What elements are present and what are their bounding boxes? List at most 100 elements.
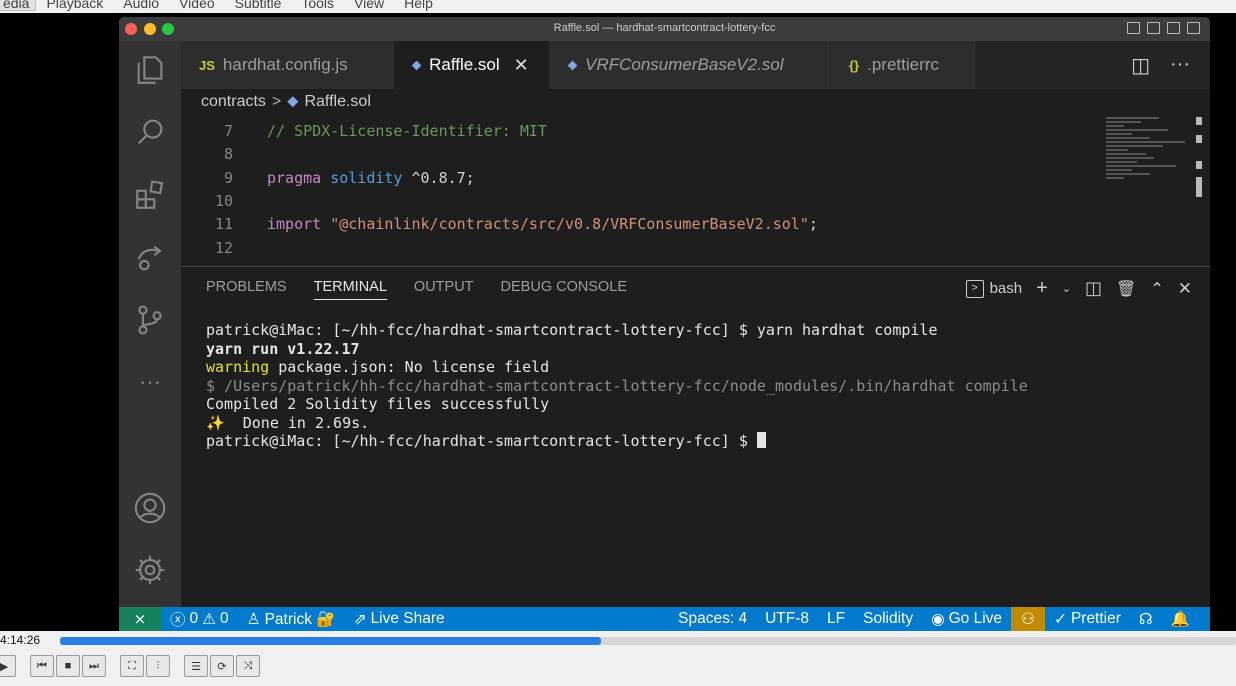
media-player-controls: 4:14:26 ▶ ⏮ ■ ⏭ ⛶ ⫶ ☰ ⟳ ⤨: [0, 631, 1236, 686]
search-icon[interactable]: [131, 113, 169, 151]
playback-time: 4:14:26: [0, 633, 41, 647]
encoding-status[interactable]: UTF-8: [756, 610, 818, 628]
breadcrumb-file[interactable]: Raffle.sol: [304, 93, 370, 111]
line-number: 10: [214, 191, 233, 210]
shuffle-icon[interactable]: ⤨: [236, 655, 260, 677]
breadcrumb: contracts > ⬥ Raffle.sol: [181, 89, 1210, 115]
feedback-icon[interactable]: ☊: [1130, 610, 1162, 629]
tab-problems[interactable]: PROBLEMS: [206, 279, 287, 300]
tab-raffle-sol[interactable]: ⬥ Raffle.sol ✕: [394, 41, 548, 89]
line-number: 7: [223, 121, 233, 140]
toggle-secondary-sidebar-icon[interactable]: [1167, 22, 1180, 34]
tab-terminal[interactable]: TERMINAL: [313, 279, 387, 300]
minimap[interactable]: [1106, 115, 1194, 215]
terminal-prompt: patrick@iMac: [~/hh-fcc/hardhat-smartcon…: [206, 432, 766, 450]
terminal-shell-selector[interactable]: > bash: [965, 279, 1023, 298]
prettier-status[interactable]: ✓ Prettier: [1045, 610, 1130, 629]
customize-layout-icon[interactable]: [1187, 22, 1200, 34]
toggle-panel-icon[interactable]: [1147, 22, 1160, 34]
code-text: // SPDX-License-Identifier: MIT: [267, 121, 547, 140]
more-icon[interactable]: ···: [131, 363, 169, 401]
tab-prettierrc[interactable]: {} .prettierrc: [831, 41, 975, 89]
tab-debug-console[interactable]: DEBUG CONSOLE: [501, 279, 628, 300]
code-line: 8: [181, 142, 233, 165]
toggle-sidebar-icon[interactable]: [1127, 22, 1140, 34]
menu-audio[interactable]: Audio: [113, 0, 169, 10]
more-actions-icon[interactable]: ···: [1170, 53, 1190, 78]
tab-label: hardhat.config.js: [222, 55, 348, 74]
settings-gear-icon[interactable]: [131, 551, 169, 589]
code-text: pragma solidity ^0.8.7;: [267, 168, 475, 187]
terminal-line: Compiled 2 Solidity files successfully: [206, 395, 550, 413]
editor-scrollbar[interactable]: [1196, 115, 1204, 266]
activity-bar: ···: [119, 41, 181, 607]
previous-icon[interactable]: ⏮: [30, 655, 54, 677]
close-panel-icon[interactable]: ✕: [1178, 279, 1192, 299]
live-share-button[interactable]: ⇗ Live Share: [345, 610, 454, 629]
shell-name: bash: [989, 280, 1023, 297]
solidity-file-icon: ⬥: [412, 57, 422, 72]
tab-vrfconsumerbasev2[interactable]: ⬥ VRFConsumerBaseV2.sol: [550, 41, 830, 89]
user-status[interactable]: ♙ Patrick 🔐: [238, 610, 345, 629]
extensions-icon[interactable]: [131, 176, 169, 214]
eol-status[interactable]: LF: [818, 610, 854, 628]
accounts-icon[interactable]: [131, 489, 169, 527]
menu-subtitle[interactable]: Subtitle: [225, 0, 292, 10]
seek-bar[interactable]: [60, 637, 1236, 645]
menu-help[interactable]: Help: [394, 0, 443, 10]
trash-icon[interactable]: 🗑: [1116, 279, 1136, 299]
terminal-cursor: [756, 432, 766, 448]
code-editor[interactable]: 7 // SPDX-License-Identifier: MIT 8 9 pr…: [181, 115, 1210, 266]
copilot-icon[interactable]: ⚇: [1011, 607, 1045, 631]
warning-icon: ⚠: [202, 610, 217, 628]
error-icon: ⓧ: [170, 612, 186, 629]
line-number: 11: [214, 214, 233, 233]
code-line: 10: [181, 189, 233, 212]
next-icon[interactable]: ⏭: [82, 655, 106, 677]
stop-icon[interactable]: ■: [56, 655, 80, 677]
json-file-icon: {}: [849, 57, 860, 73]
code-line: 12: [181, 236, 233, 259]
layout-controls: [1127, 22, 1200, 34]
playlist-icon[interactable]: ☰: [184, 655, 208, 677]
title-bar: Raffle.sol — hardhat-smartcontract-lotte…: [119, 17, 1210, 41]
language-mode[interactable]: Solidity: [854, 610, 922, 628]
fullscreen-icon[interactable]: ⛶: [120, 655, 144, 677]
menu-view[interactable]: View: [344, 0, 394, 10]
seek-progress: [60, 637, 601, 645]
player-menu-bar: edia Playback Audio Video Subtitle Tools…: [0, 0, 1236, 13]
menu-media[interactable]: edia: [0, 0, 37, 11]
solidity-file-icon: ⬥: [287, 93, 299, 110]
line-number: 12: [214, 238, 233, 257]
loop-icon[interactable]: ⟳: [210, 655, 234, 677]
play-button[interactable]: ▶: [0, 655, 16, 677]
tab-output[interactable]: OUTPUT: [414, 279, 474, 300]
remote-explorer-icon[interactable]: [131, 239, 169, 277]
menu-tools[interactable]: Tools: [291, 0, 344, 10]
close-tab-icon[interactable]: ✕: [514, 55, 529, 76]
chevron-down-icon[interactable]: ⌄: [1062, 282, 1071, 295]
tab-label: VRFConsumerBaseV2.sol: [585, 55, 784, 74]
problems-status[interactable]: ⓧ 0 ⚠ 0: [161, 608, 238, 630]
split-editor-icon[interactable]: ◫: [1131, 53, 1150, 78]
vscode-window: Raffle.sol — hardhat-smartcontract-lotte…: [119, 17, 1210, 631]
maximize-panel-icon[interactable]: ⌃: [1150, 279, 1163, 299]
menu-playback[interactable]: Playback: [36, 0, 113, 10]
window-title: Raffle.sol — hardhat-smartcontract-lotte…: [553, 22, 776, 34]
split-terminal-icon[interactable]: ◫: [1085, 278, 1102, 299]
explorer-icon[interactable]: [131, 51, 169, 89]
code-line: 11 import "@chainlink/contracts/src/v0.8…: [181, 212, 818, 235]
menu-video[interactable]: Video: [169, 0, 225, 10]
remote-indicator-icon[interactable]: ⨯: [119, 607, 161, 631]
go-live-button[interactable]: ◉ Go Live: [922, 610, 1011, 629]
javascript-file-icon: JS: [199, 57, 215, 73]
extended-settings-icon[interactable]: ⫶: [146, 655, 170, 677]
notifications-bell-icon[interactable]: 🔔: [1162, 610, 1210, 629]
breadcrumb-folder[interactable]: contracts: [201, 93, 266, 111]
terminal-output[interactable]: patrick@iMac: [~/hh-fcc/hardhat-smartcon…: [206, 321, 1028, 451]
indentation-status[interactable]: Spaces: 4: [669, 610, 756, 628]
panel-tabs: PROBLEMS TERMINAL OUTPUT DEBUG CONSOLE: [206, 279, 627, 300]
source-control-icon[interactable]: [131, 301, 169, 339]
new-terminal-icon[interactable]: +: [1036, 277, 1048, 300]
tab-hardhat-config[interactable]: JS hardhat.config.js: [181, 41, 394, 89]
